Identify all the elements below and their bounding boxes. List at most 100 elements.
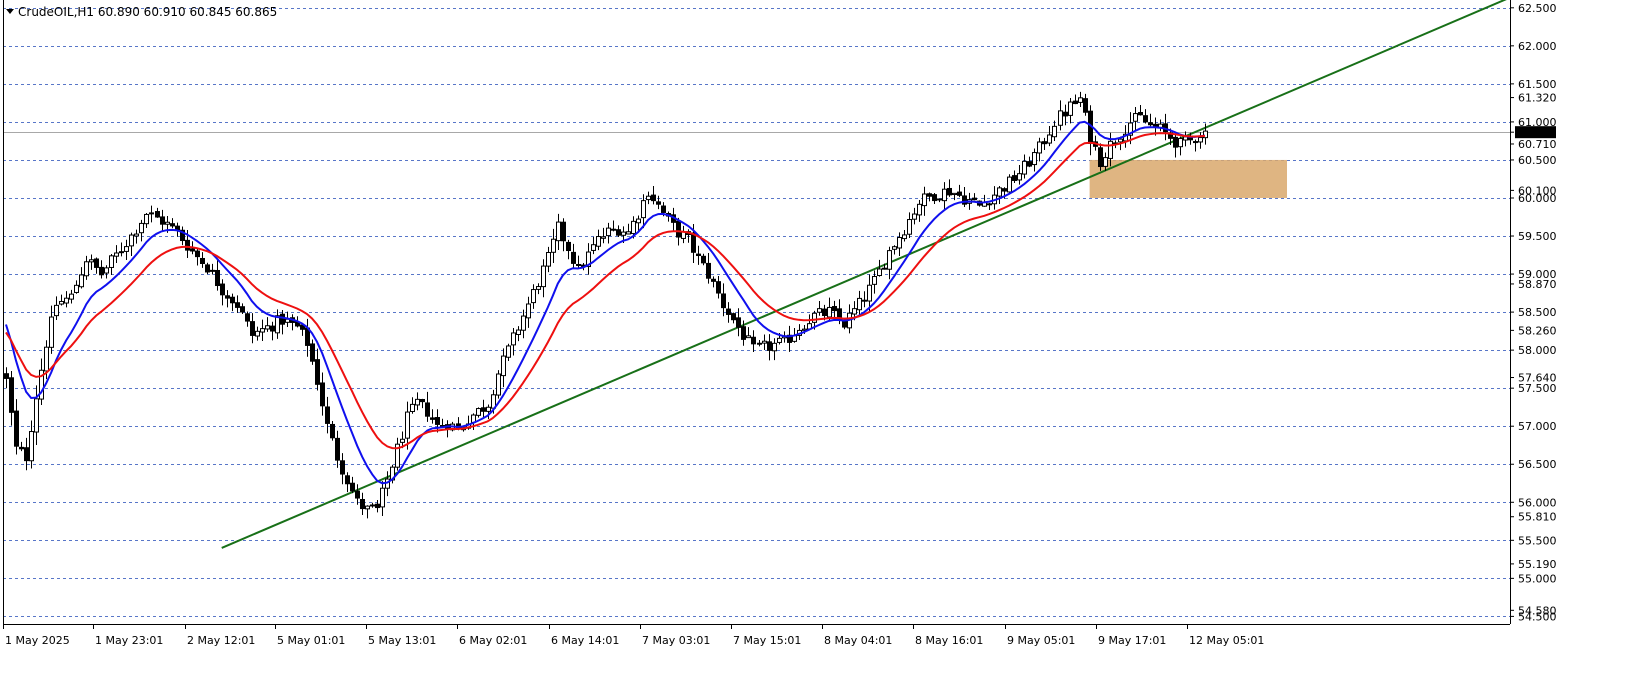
- price-chart[interactable]: 62.500 62.000 61.500 61.320 61.000 60.865 60.7…: [0, 0, 1651, 686]
- chart-svg[interactable]: 62.50062.00061.50061.32061.00060.86560.7…: [0, 0, 1651, 686]
- candle-bear: [1143, 115, 1148, 123]
- candle-bull: [907, 219, 912, 235]
- candle-bear: [240, 306, 245, 313]
- x-tick-label: 6 May 02:01: [459, 634, 527, 647]
- candle-bull: [646, 195, 651, 201]
- candle-bull: [165, 221, 170, 225]
- candle-bull: [641, 200, 646, 219]
- candle-bear: [245, 313, 250, 322]
- candle-bull: [867, 284, 872, 302]
- candle-bull: [601, 236, 606, 239]
- candle-bull: [917, 203, 922, 216]
- x-tick-label: 2 May 12:01: [187, 634, 255, 647]
- candle-bull: [762, 340, 767, 344]
- candle-bear: [731, 313, 736, 321]
- candle-bear: [375, 503, 380, 509]
- candle-bull: [1017, 173, 1022, 181]
- candle-bull: [496, 373, 501, 396]
- candle-bull: [942, 188, 947, 202]
- candle-bear: [195, 250, 200, 258]
- candle-bull: [400, 438, 405, 443]
- candle-bear: [987, 203, 992, 206]
- y-tick-label: 55.000: [1518, 572, 1557, 585]
- candle-bull: [405, 411, 410, 439]
- candle-bull: [1047, 134, 1052, 144]
- candle-bear: [345, 475, 350, 485]
- candle-bull: [606, 227, 611, 237]
- candle-bear: [350, 482, 355, 492]
- x-tick-label: 8 May 16:01: [915, 634, 983, 647]
- candle-bull: [1007, 176, 1012, 193]
- candle-bear: [435, 417, 440, 425]
- candle-bull: [591, 244, 596, 251]
- candle-bear: [230, 296, 235, 304]
- candle-bull: [486, 406, 491, 412]
- candle-bear: [1148, 122, 1153, 126]
- x-tick-label: 5 May 01:01: [277, 634, 345, 647]
- candle-bull: [772, 342, 777, 352]
- candle-bull: [952, 192, 957, 196]
- y-tick-label: 62.500: [1518, 2, 1557, 15]
- candle-bull: [365, 505, 370, 510]
- candle-bull: [1198, 137, 1203, 143]
- candle-bull: [827, 306, 832, 318]
- chart-background: [0, 0, 1651, 686]
- candle-bear: [767, 341, 772, 351]
- candle-bull: [531, 289, 536, 304]
- y-tick-label: 60.500: [1518, 154, 1557, 167]
- y-tick-label: 55.190: [1518, 558, 1557, 571]
- candle-bear: [250, 321, 255, 336]
- y-tick-label: 58.870: [1518, 278, 1557, 291]
- candle-bull: [29, 431, 34, 462]
- candle-bull: [74, 284, 79, 293]
- candle-bear: [220, 283, 225, 296]
- candle-bull: [1068, 101, 1073, 116]
- y-tick-label: 58.500: [1518, 306, 1557, 319]
- candle-bear: [1098, 147, 1103, 168]
- x-tick-label: 12 May 05:01: [1189, 634, 1264, 647]
- candle-bull: [817, 308, 822, 313]
- candle-bull: [897, 237, 902, 249]
- candle-bear: [360, 499, 365, 510]
- candle-bear: [280, 313, 285, 325]
- candle-bear: [340, 460, 345, 475]
- candle-bear: [1083, 98, 1088, 113]
- chart-header: CrudeOIL,H1 60.890 60.910 60.845 60.865: [6, 5, 277, 19]
- candle-bull: [506, 345, 511, 358]
- candle-bear: [24, 447, 29, 462]
- candle-bull: [596, 236, 601, 247]
- candle-bull: [556, 221, 561, 242]
- candle-bull: [877, 268, 882, 277]
- candle-bull: [536, 286, 541, 290]
- candle-bear: [355, 490, 360, 499]
- candle-bull: [1078, 97, 1083, 103]
- candle-bear: [571, 251, 576, 264]
- candle-bull: [104, 267, 109, 274]
- candle-bear: [661, 205, 666, 213]
- x-tick-label: 1 May 23:01: [95, 634, 163, 647]
- candle-bear: [175, 225, 180, 231]
- candle-bull: [521, 315, 526, 331]
- candle-bear: [676, 220, 681, 238]
- candle-bull: [516, 329, 521, 336]
- candle-bear: [561, 221, 566, 242]
- candle-bear: [576, 263, 581, 266]
- candle-bear: [972, 197, 977, 201]
- y-tick-label: 62.000: [1518, 40, 1557, 53]
- candle-bear: [225, 295, 230, 299]
- candle-bull: [64, 297, 69, 304]
- candle-bull: [1037, 141, 1042, 154]
- symbol-info: CrudeOIL,H1 60.890 60.910 60.845 60.865: [18, 5, 277, 19]
- y-tick-label: 57.500: [1518, 382, 1557, 395]
- candle-bull: [1108, 140, 1113, 159]
- candle-bull: [255, 330, 260, 337]
- candle-bear: [822, 308, 827, 317]
- candle-bull: [541, 265, 546, 288]
- candle-bear: [616, 229, 621, 236]
- y-tick-label: 55.810: [1518, 511, 1557, 524]
- candle-bear: [170, 223, 175, 227]
- candle-bull: [410, 403, 415, 413]
- candle-bull: [1052, 125, 1057, 138]
- candle-bull: [380, 487, 385, 508]
- candle-bear: [1173, 136, 1178, 148]
